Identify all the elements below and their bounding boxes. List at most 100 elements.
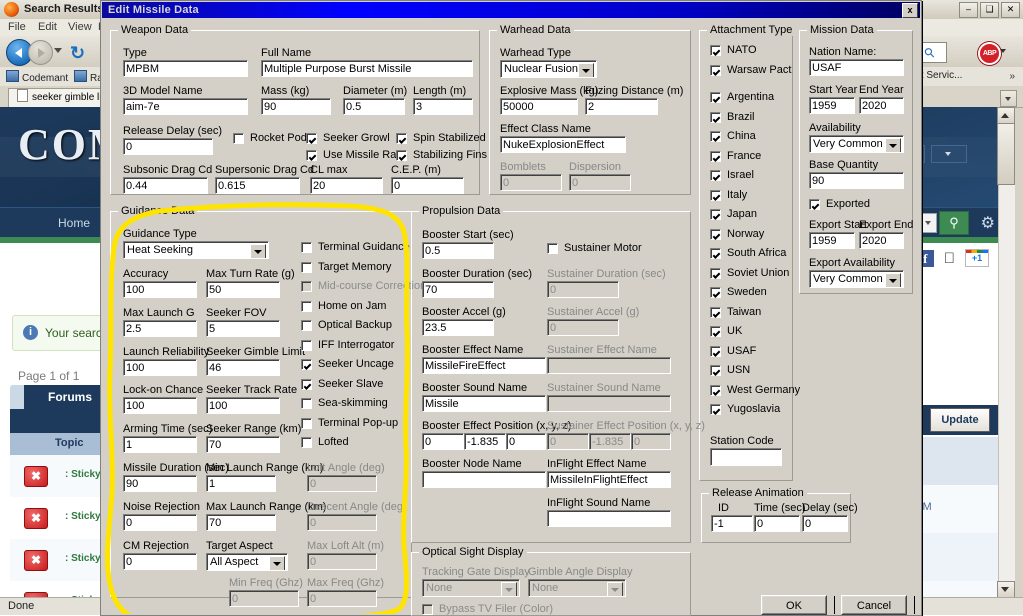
warhead-type-select[interactable]: Nuclear Fusion [500, 60, 597, 78]
close-icon[interactable]: x [902, 3, 918, 18]
seeker-fov-input[interactable]: 5 [206, 320, 280, 337]
minimize-button[interactable]: – [959, 2, 978, 18]
explosive-mass-input[interactable]: 50000 [500, 98, 578, 115]
cep-input[interactable]: 0 [391, 177, 464, 194]
bookmark-item-service[interactable]: ft Servic... [918, 70, 962, 81]
full-name-input[interactable]: Multiple Purpose Burst Missile [261, 60, 473, 77]
menu-file[interactable]: File [8, 21, 26, 33]
adblock-chevron-down-icon[interactable] [1000, 49, 1006, 53]
booster-pos-z-input[interactable]: 0 [506, 433, 546, 450]
apple-icon[interactable]:  [944, 250, 955, 267]
booster-start-input[interactable]: 0.5 [422, 242, 494, 259]
accuracy-input[interactable]: 100 [123, 281, 197, 298]
attachment-label: Israel [727, 169, 754, 181]
availability-select[interactable]: Very Common [809, 135, 904, 153]
cl-max-input[interactable]: 20 [310, 177, 383, 194]
checkbox-box [710, 248, 721, 259]
subsonic-drag-input[interactable]: 0.44 [123, 177, 208, 194]
booster-effect-name-input[interactable]: MissileFireEffect [422, 357, 546, 374]
seeker-gimble-limit-input[interactable]: 46 [206, 359, 280, 376]
target-aspect-select[interactable]: All Aspect [206, 553, 288, 571]
guidance-checkbox-label: Terminal Pop-up [318, 416, 399, 429]
booster-duration-input[interactable]: 70 [422, 281, 494, 298]
bookmark-item-codemant[interactable]: Codemant [6, 70, 68, 84]
cancel-button[interactable]: Cancel [841, 595, 907, 615]
booster-sound-name-input[interactable]: Missile [422, 395, 546, 412]
length-input[interactable]: 3 [413, 98, 473, 115]
nav-home[interactable]: Home [58, 216, 90, 230]
bookmarks-overflow-icon[interactable]: » [1009, 71, 1015, 82]
target-aspect-label: Target Aspect [206, 540, 273, 552]
min-launch-range-input[interactable]: 1 [206, 475, 276, 492]
gear-icon[interactable]: ⚙ [981, 213, 995, 233]
max-turn-rate-input[interactable]: 50 [206, 281, 280, 298]
adblock-icon[interactable]: ABP [978, 42, 1001, 65]
chevron-down-icon[interactable] [54, 48, 62, 53]
release-time-input[interactable]: 0 [754, 515, 800, 532]
release-id-input[interactable]: -1 [711, 515, 753, 532]
update-button[interactable]: Update [930, 408, 990, 432]
export-availability-select[interactable]: Very Common [809, 270, 904, 288]
model-name-label: 3D Model Name [123, 85, 203, 97]
booster-node-name-label: Booster Node Name [422, 458, 522, 470]
noise-rejection-input[interactable]: 0 [123, 514, 197, 531]
chevron-down-icon[interactable] [578, 63, 594, 77]
site-search-button[interactable]: ⚲ [939, 211, 969, 235]
chevron-down-icon[interactable] [885, 138, 901, 152]
close-button[interactable]: ✕ [1001, 2, 1020, 18]
start-year-input[interactable]: 1959 [809, 97, 855, 114]
base-quantity-input[interactable]: 90 [809, 172, 904, 189]
station-code-input[interactable] [710, 448, 782, 466]
chevron-down-icon[interactable] [885, 273, 901, 287]
seeker-track-rate-input[interactable]: 100 [206, 397, 280, 414]
lock-on-chance-input[interactable]: 100 [123, 397, 197, 414]
nation-name-input[interactable]: USAF [809, 59, 904, 76]
optical-sight-group: Optical Sight Display Tracking Gate Disp… [411, 546, 691, 616]
missile-duration-input[interactable]: 90 [123, 475, 197, 492]
launch-reliability-input[interactable]: 100 [123, 359, 197, 376]
model-name-input[interactable]: aim-7e [123, 98, 248, 115]
chevron-down-icon[interactable] [269, 556, 285, 570]
ok-button[interactable]: OK [761, 595, 827, 615]
checkbox-box [233, 133, 244, 144]
social-links[interactable]: f  +1 [916, 249, 989, 267]
checkbox-box [301, 359, 312, 370]
banner-dropdown-2[interactable] [931, 145, 967, 163]
checkbox-box [710, 228, 721, 240]
seeker-range-input[interactable]: 70 [206, 436, 280, 453]
booster-pos-y-input[interactable]: -1.835 [464, 433, 506, 450]
mass-input[interactable]: 90 [261, 98, 331, 115]
window-controls[interactable]: – ❑ ✕ [959, 2, 1020, 18]
inflight-sound-name-input[interactable] [547, 510, 671, 527]
max-launch-g-input[interactable]: 2.5 [123, 320, 197, 337]
booster-accel-input[interactable]: 23.5 [422, 319, 494, 336]
inflight-effect-name-input[interactable]: MissileInFlightEffect [547, 471, 671, 488]
booster-node-name-input[interactable] [422, 471, 546, 488]
launch-reliability-label: Launch Reliability [123, 346, 210, 358]
effect-class-input[interactable]: NukeExplosionEffect [500, 136, 626, 153]
export-start-input[interactable]: 1959 [809, 232, 855, 249]
menu-edit[interactable]: Edit [38, 21, 57, 33]
arming-time-input[interactable]: 1 [123, 436, 197, 453]
menu-view[interactable]: View [68, 21, 92, 33]
fuzing-distance-input[interactable]: 2 [585, 98, 658, 115]
release-delay-anim-input[interactable]: 0 [802, 515, 848, 532]
release-delay-input[interactable]: 0 [123, 138, 213, 155]
cm-rejection-input[interactable]: 0 [123, 553, 197, 570]
supersonic-drag-input[interactable]: 0.615 [215, 177, 300, 194]
booster-pos-x-input[interactable]: 0 [422, 433, 464, 450]
forward-icon[interactable] [28, 40, 53, 65]
chevron-down-icon[interactable] [250, 244, 266, 258]
end-year-input[interactable]: 2020 [859, 97, 904, 114]
diameter-input[interactable]: 0.5 [343, 98, 405, 115]
export-end-input[interactable]: 2020 [859, 232, 904, 249]
tab-list-icon[interactable] [1000, 90, 1017, 107]
google-plus-icon[interactable]: +1 [965, 249, 989, 267]
restore-button[interactable]: ❑ [980, 2, 999, 18]
max-launch-range-input[interactable]: 70 [206, 514, 276, 531]
guidance-type-select[interactable]: Heat Seeking [123, 241, 269, 259]
type-input[interactable]: MPBM [123, 60, 248, 77]
reload-icon[interactable]: ↻ [70, 43, 85, 64]
scrollbar-thumb[interactable] [997, 123, 1015, 185]
attachment-label: Yugoslavia [727, 403, 781, 415]
